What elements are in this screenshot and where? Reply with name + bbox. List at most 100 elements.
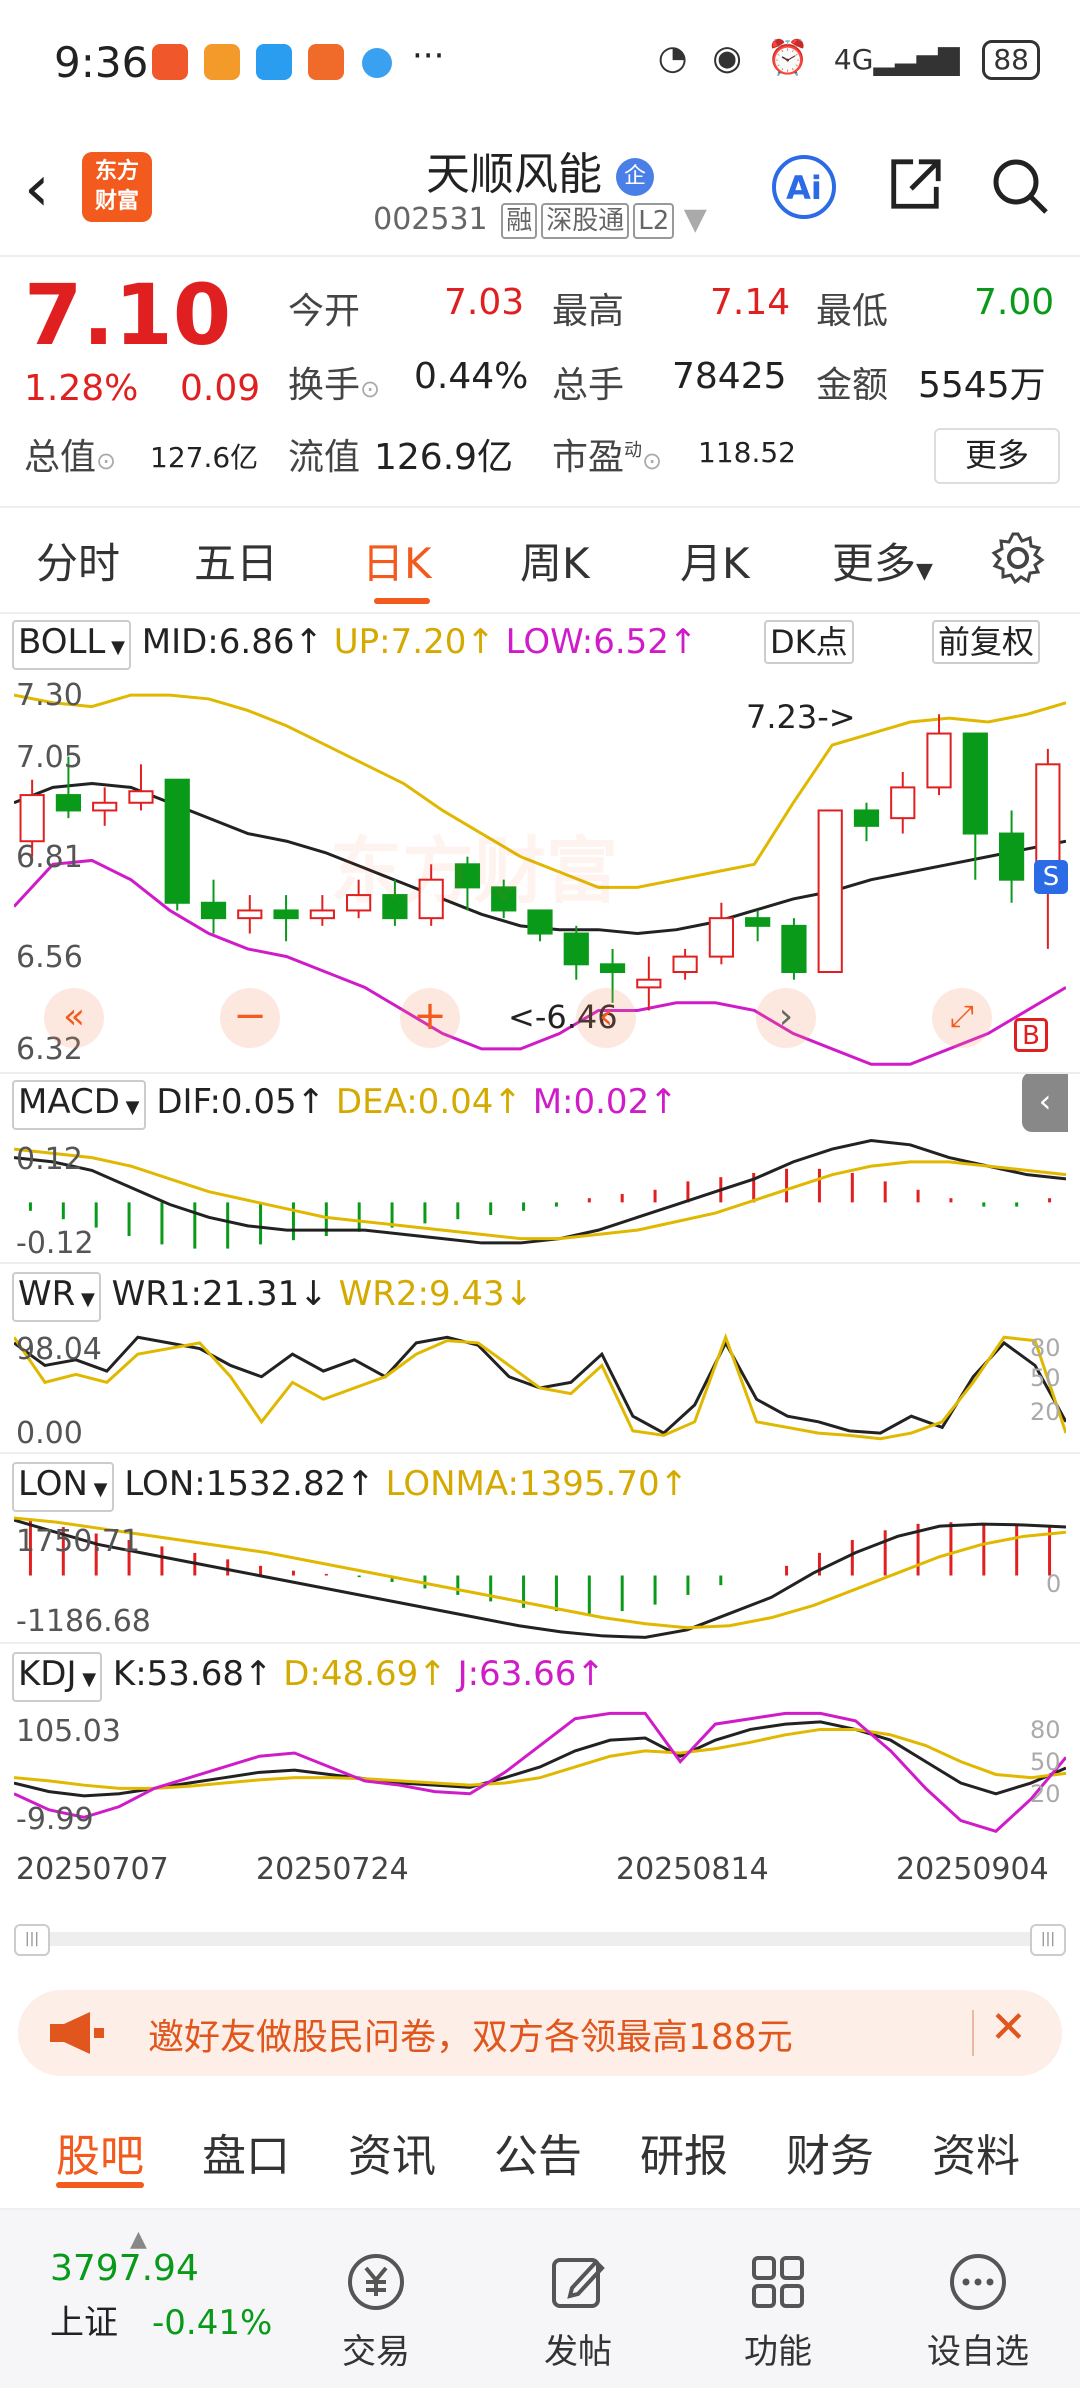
kdj-chart[interactable] <box>14 1708 1066 1842</box>
ai-button[interactable]: Ai <box>772 155 836 219</box>
tab-stock-forum[interactable]: 股吧 <box>56 2120 144 2184</box>
zoom-out-button[interactable]: − <box>220 988 280 1048</box>
pe-value: 118.52 <box>698 436 796 469</box>
kdj-legend: KDJ ▼ K:53.68↑ D:48.69↑ J:63.66↑ <box>12 1652 605 1702</box>
wr-chart[interactable] <box>14 1326 1066 1450</box>
mcap-value: 127.6亿 <box>150 441 259 474</box>
tab-five-day[interactable]: 五日 <box>194 530 278 591</box>
range-handle-right[interactable]: ||| <box>1030 1924 1066 1956</box>
macd-dea-line <box>14 1147 1066 1241</box>
kdj-select[interactable]: KDJ ▼ <box>12 1652 103 1702</box>
more-notifications-icon: ··· <box>412 36 445 76</box>
chevron-right-icon: › <box>778 996 794 1037</box>
buy-point-badge[interactable]: B <box>1014 1018 1048 1052</box>
kdj-name: KDJ <box>18 1654 77 1694</box>
app-notification-icon <box>152 44 188 80</box>
kdj-panel[interactable]: KDJ ▼ K:53.68↑ D:48.69↑ J:63.66↑ 105.03 … <box>0 1642 1080 1844</box>
add-watchlist-button[interactable]: 设自选 <box>908 2250 1048 2373</box>
boll-mid: MID:6.86↑ <box>141 622 323 662</box>
promo-close-button[interactable]: ✕ <box>990 2002 1027 2053</box>
low-label: 最低 <box>816 291 889 332</box>
caret-down-icon: ▼ <box>76 1669 97 1690</box>
scroll-left-one-button[interactable]: ‹ <box>576 988 636 1048</box>
zoom-in-button[interactable]: + <box>400 988 460 1048</box>
y-axis-label: 6.56 <box>16 940 83 975</box>
tab-order-book[interactable]: 盘口 <box>202 2120 290 2184</box>
tab-intraday[interactable]: 分时 <box>36 530 120 591</box>
y-axis-label: 7.30 <box>16 678 83 713</box>
caret-down-icon: ▼ <box>87 1479 108 1500</box>
macd-m: M:0.02↑ <box>532 1082 678 1122</box>
tab-weekly-k[interactable]: 周K <box>520 530 590 591</box>
kdj-ref-50: 50 <box>1030 1748 1061 1776</box>
pe-label[interactable]: 市盈动⊙ <box>552 428 662 480</box>
tab-daily-k[interactable]: 日K <box>362 530 432 591</box>
post-button[interactable]: 发帖 <box>508 2250 648 2373</box>
range-handle-left[interactable]: ||| <box>14 1924 50 1956</box>
minus-icon: − <box>233 993 267 1039</box>
macd-y-top: 0.12 <box>16 1142 83 1177</box>
mcap-label[interactable]: 总值⊙ <box>24 428 116 480</box>
adjust-button[interactable]: 前复权 <box>932 620 1041 664</box>
candle-body <box>55 794 82 812</box>
wr-y-bottom: 0.00 <box>16 1416 83 1451</box>
wr2-line <box>14 1332 1066 1441</box>
scroll-right-one-button[interactable]: › <box>756 988 816 1048</box>
tab-monthly-k[interactable]: 月K <box>680 530 750 591</box>
candle-body <box>745 917 771 927</box>
kdj-y-bottom: -9.99 <box>16 1802 94 1837</box>
share-icon[interactable] <box>886 156 944 214</box>
scroll-left-button[interactable]: « <box>44 988 104 1048</box>
boll-up: UP:7.20↑ <box>333 622 495 662</box>
range-scrollbar[interactable]: ||| ||| <box>14 1924 1066 1956</box>
index-ticker[interactable]: ▲ 3797.94 上证 -0.41% <box>50 2229 272 2344</box>
lon-y-bottom: -1186.68 <box>16 1604 151 1639</box>
candle-body <box>781 924 807 974</box>
search-icon[interactable] <box>990 156 1050 216</box>
change-percent: 1.28% <box>24 368 139 409</box>
lonma-value: LONMA:1395.70↑ <box>385 1464 689 1504</box>
macd-dea: DEA:0.04↑ <box>335 1082 522 1122</box>
trade-button[interactable]: 交易 <box>306 2250 446 2373</box>
macd-select[interactable]: MACD ▼ <box>12 1080 146 1130</box>
candle-body <box>92 801 118 812</box>
promo-banner[interactable]: 邀好友做股民问卷，双方各领最高188元 ✕ <box>18 1990 1062 2076</box>
pe-label-text: 市盈 <box>552 437 625 478</box>
megaphone-icon <box>50 2012 104 2054</box>
caret-down-icon: ▼ <box>75 1289 95 1310</box>
wr-ref-80: 80 <box>1030 1334 1061 1362</box>
tab-financials[interactable]: 财务 <box>786 2120 874 2184</box>
wr2: WR2:9.43↓ <box>338 1274 534 1314</box>
kdj-ref-80: 80 <box>1030 1716 1061 1744</box>
tab-more[interactable]: 更多▼ <box>832 530 933 591</box>
tab-announcements[interactable]: 公告 <box>494 2120 582 2184</box>
close-icon: ✕ <box>990 2002 1027 2053</box>
kline-panel[interactable]: BOLL ▼ MID:6.86↑ UP:7.20↑ LOW:6.52↑ DK点 … <box>0 612 1080 1072</box>
tab-research[interactable]: 研报 <box>640 2120 728 2184</box>
functions-button[interactable]: 功能 <box>708 2250 848 2373</box>
turnover-label[interactable]: 换手⊙ <box>288 356 380 408</box>
fullscreen-button[interactable]: ⤢ <box>932 988 992 1048</box>
caret-down-icon: ▼ <box>119 1097 140 1118</box>
dk-point-button[interactable]: DK点 <box>764 620 854 664</box>
kdj-k-line <box>14 1720 1066 1798</box>
lon-chart[interactable] <box>14 1516 1066 1640</box>
lon-select[interactable]: LON ▼ <box>12 1462 114 1512</box>
stock-name: 天顺风能 <box>426 149 602 200</box>
period-tabs: 分时 五日 日K 周K 月K 更多▼ <box>0 506 1080 614</box>
wr-panel[interactable]: WR ▼ WR1:21.31↓ WR2:9.43↓ 98.04 0.00 80 … <box>0 1262 1080 1454</box>
tab-news[interactable]: 资讯 <box>348 2120 436 2184</box>
more-quote-button[interactable]: 更多 <box>934 428 1060 484</box>
sell-point-badge[interactable]: S <box>1034 860 1068 894</box>
connect-tag: 深股通 <box>541 203 630 239</box>
wr-select[interactable]: WR ▼ <box>12 1272 101 1322</box>
volume-label: 总手 <box>552 365 625 406</box>
lon-panel[interactable]: LON ▼ LON:1532.82↑ LONMA:1395.70↑ 1750.7… <box>0 1452 1080 1644</box>
settings-gear-icon[interactable] <box>990 530 1046 586</box>
macd-chart[interactable] <box>14 1132 1066 1260</box>
kdj-d: D:48.69↑ <box>283 1654 447 1694</box>
macd-panel[interactable]: MACD ▼ DIF:0.05↑ DEA:0.04↑ M:0.02↑ 0.12 … <box>0 1072 1080 1264</box>
indicator-select[interactable]: BOLL ▼ <box>12 620 131 670</box>
tab-profile[interactable]: 资料 <box>932 2120 1020 2184</box>
turnover-label-text: 换手 <box>288 365 361 406</box>
